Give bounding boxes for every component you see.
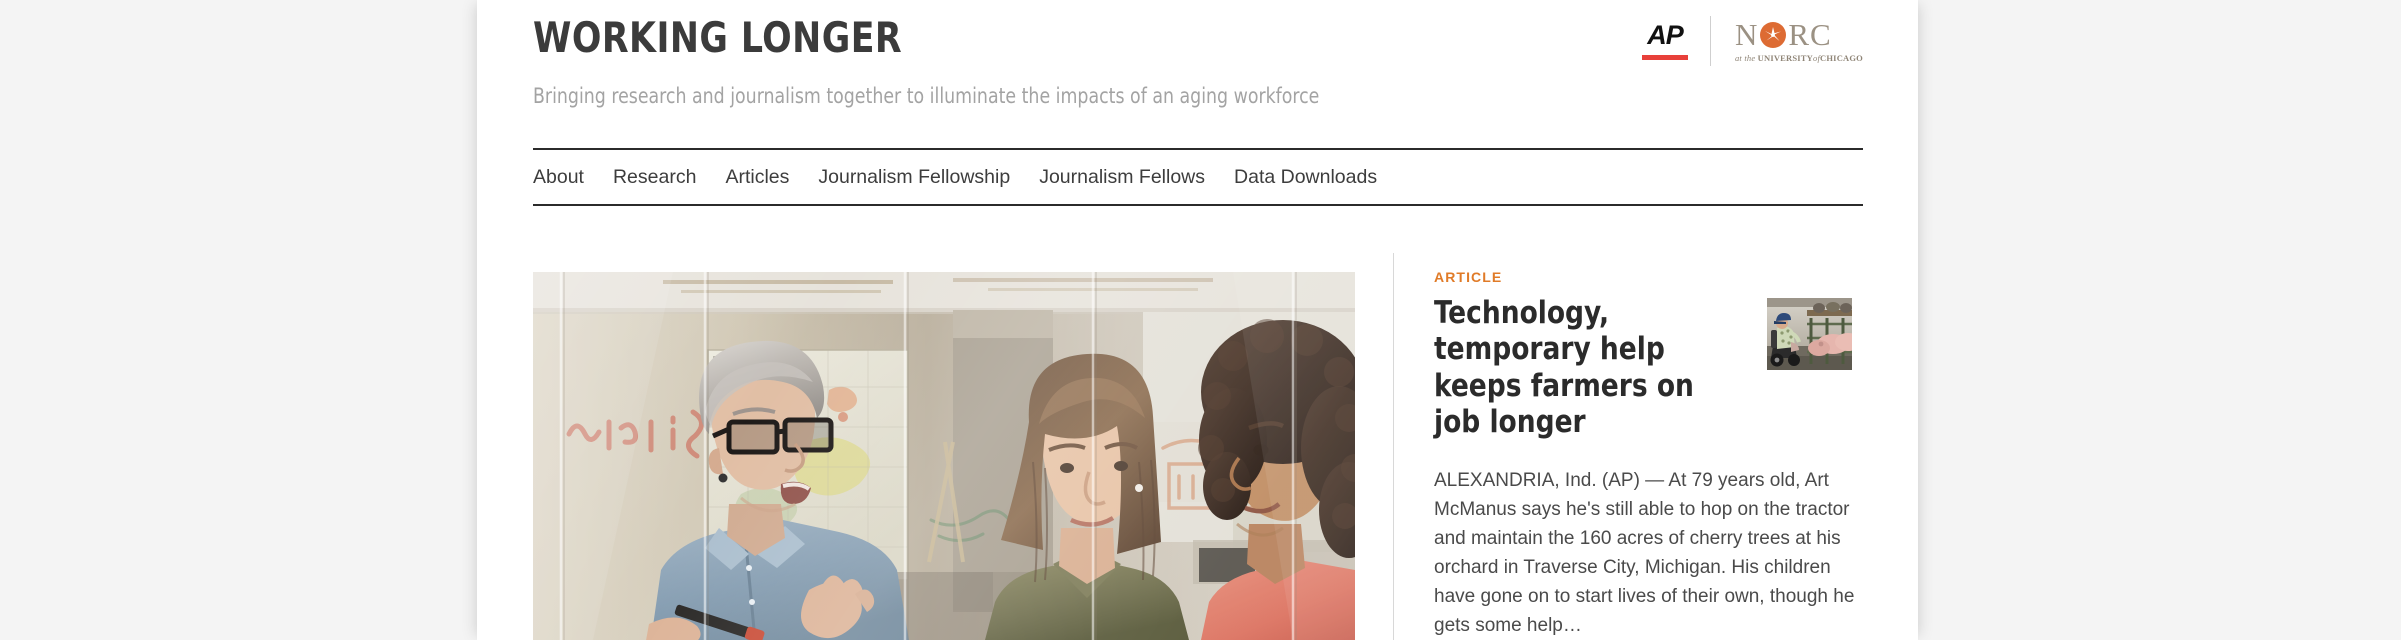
nav-item-journalism-fellows[interactable]: Journalism Fellows bbox=[1039, 166, 1205, 189]
article-title[interactable]: Technology, temporary help keeps farmers… bbox=[1434, 295, 1724, 440]
featured-article-card: ARTICLE Technology, temporary help keeps… bbox=[1394, 253, 1863, 640]
site-header: WORKING LONGER Bringing research and jou… bbox=[533, 0, 1863, 149]
norc-letters-rc: RC bbox=[1788, 17, 1832, 52]
main-content: ARTICLE Technology, temporary help keeps… bbox=[533, 253, 1863, 640]
norc-sub-city: CHICAGO bbox=[1820, 53, 1863, 63]
nav-item-research[interactable]: Research bbox=[613, 166, 696, 189]
norc-sub-prefix: at the bbox=[1734, 53, 1758, 63]
ap-logo-rule bbox=[1641, 55, 1688, 60]
norc-sub-of: of bbox=[1813, 53, 1821, 63]
site-tagline: Bringing research and journalism togethe… bbox=[533, 84, 1320, 108]
norc-logo-wordmark: N RC bbox=[1735, 19, 1832, 50]
article-thumbnail[interactable] bbox=[1767, 298, 1852, 370]
ap-logo-wordmark: AP bbox=[1647, 20, 1684, 50]
article-header-row: Technology, temporary help keeps farmers… bbox=[1434, 295, 1863, 440]
norc-logo-subtitle: at the UNIVERSITYofCHICAGO bbox=[1735, 53, 1863, 63]
norc-logo[interactable]: N RC at the UNIVERSITYofCHICAGO bbox=[1711, 19, 1863, 63]
nav-item-articles[interactable]: Articles bbox=[725, 166, 789, 189]
browser-viewport: WORKING LONGER Bringing research and jou… bbox=[0, 0, 2401, 640]
article-excerpt: ALEXANDRIA, Ind. (AP) — At 79 years old,… bbox=[1434, 470, 1855, 637]
nav-item-about[interactable]: About bbox=[533, 166, 584, 189]
hero-column bbox=[533, 253, 1355, 640]
ap-logo[interactable]: AP bbox=[1641, 20, 1710, 60]
norc-starburst-icon bbox=[1760, 21, 1787, 48]
main-navigation: About Research Articles Journalism Fello… bbox=[533, 148, 1863, 206]
hero-image[interactable] bbox=[533, 272, 1355, 640]
page-sheet: WORKING LONGER Bringing research and jou… bbox=[477, 0, 1918, 640]
norc-sub-university: UNIVERSITY bbox=[1757, 53, 1814, 63]
nav-item-journalism-fellowship[interactable]: Journalism Fellowship bbox=[818, 166, 1010, 189]
article-kicker: ARTICLE bbox=[1434, 269, 1503, 285]
nav-item-data-downloads[interactable]: Data Downloads bbox=[1234, 166, 1377, 189]
logo-bar: AP N RC at the UNIVERSITYofCHICAGO bbox=[1641, 14, 1863, 68]
page-title: WORKING LONGER bbox=[533, 13, 903, 62]
norc-letter-n: N bbox=[1734, 17, 1759, 52]
